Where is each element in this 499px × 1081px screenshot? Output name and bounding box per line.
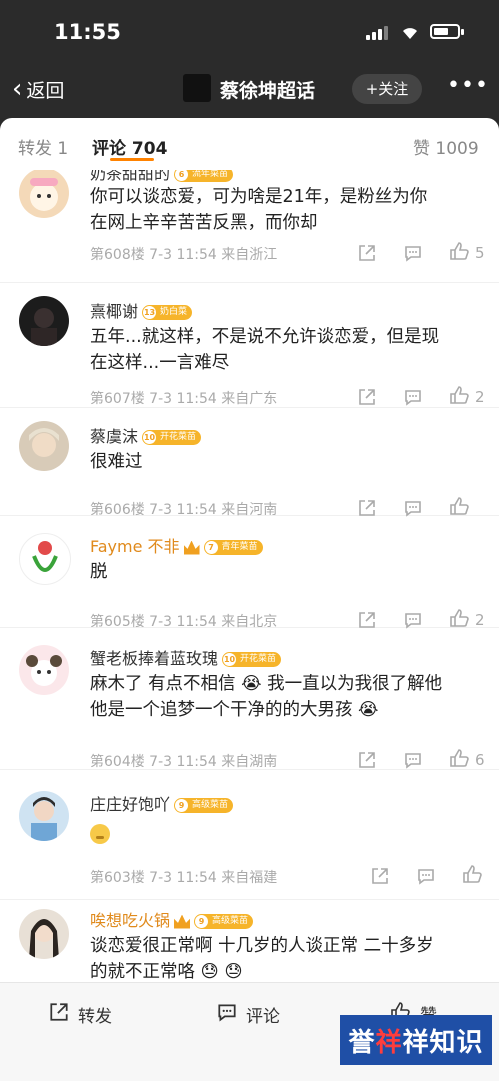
share-icon[interactable] [357, 242, 403, 264]
share-icon [48, 1001, 70, 1028]
reply-icon[interactable] [403, 386, 449, 408]
like-count: 5 [475, 244, 485, 262]
fan-badge: 10 开花菜苗 [222, 652, 282, 667]
username[interactable]: 庄庄好饱吖 9 高级菜苗 [90, 791, 234, 815]
comment-button[interactable]: 评论 [216, 1001, 280, 1028]
list-item: 唉想吃火锅 9 高级菜苗 谈恋爱很正常啊 十几岁的人谈正常 二十多岁 的就不正常咯 😓… [0, 899, 499, 982]
reply-icon[interactable] [416, 865, 462, 887]
thumbs-up-icon [449, 241, 471, 265]
comment-meta: 第603楼 7-3 11:54 来自福建 [90, 870, 278, 886]
avatar[interactable] [19, 909, 69, 959]
avatar[interactable] [19, 421, 69, 471]
comment-text: 五年...就这样，不是说不允许谈恋爱，但是现 在这样...一言难尽 [90, 327, 440, 373]
like-button[interactable]: 2 [449, 386, 495, 408]
comment-meta: 第608楼 7-3 11:54 来自浙江 [90, 247, 278, 263]
comment-text: 很难过 [90, 452, 143, 472]
avatar[interactable] [19, 791, 69, 841]
username[interactable]: 蟹老板捧着蓝玫瑰 10 开花菜苗 [90, 645, 282, 669]
share-icon[interactable] [357, 386, 403, 408]
crown-icon [183, 540, 200, 555]
back-label: 返回 [26, 79, 65, 102]
username[interactable]: 熹椰谢 13 奶白菜 [90, 298, 193, 322]
back-button[interactable]: ‹ 返回 [12, 74, 64, 104]
tab-bar: 转发 1 评论 704 赞 1009 [0, 118, 499, 171]
more-icon[interactable]: ••• [447, 73, 489, 98]
like-count: 6 [475, 751, 485, 769]
fan-badge: 9 高级菜苗 [174, 798, 234, 813]
fan-badge: 9 高级菜苗 [194, 914, 254, 929]
thumbs-up-icon [449, 385, 471, 409]
avatar[interactable] [19, 645, 69, 695]
list-item: 蟹老板捧着蓝玫瑰 10 开花菜苗 麻木了 有点不相信 😭 我一直以为我很了解他 他是一… [0, 627, 499, 770]
reply-icon[interactable] [403, 242, 449, 264]
username[interactable]: 奶茶甜甜的 6 流年菜苗 [90, 170, 234, 184]
comment-icon [216, 1001, 238, 1028]
fan-badge: 7 青年菜苗 [203, 540, 263, 555]
list-item: 熹椰谢 13 奶白菜 五年...就这样，不是说不允许谈恋爱，但是现 在这样...一言难… [0, 282, 499, 408]
status-bar: 11:55 [0, 0, 499, 62]
like-button[interactable]: 6 [449, 749, 495, 771]
comment-text: 麻木了 有点不相信 😭 我一直以为我很了解他 他是一个追梦一个干净的的大男孩 😭 [90, 674, 443, 720]
share-icon[interactable] [370, 865, 416, 887]
avatar[interactable] [19, 296, 69, 346]
top-nav: ‹ 返回 蔡徐坤超话 +关注 ••• [0, 62, 499, 118]
avatar[interactable] [19, 170, 69, 218]
tab-comments[interactable]: 评论 704 [92, 134, 167, 159]
comment-text: 谈恋爱很正常啊 十几岁的人谈正常 二十多岁 的就不正常咯 😓 😓 [90, 936, 434, 982]
fan-badge: 6 流年菜苗 [174, 170, 234, 182]
thumbs-up-icon [462, 864, 484, 888]
comment-text: 脱 [90, 562, 108, 582]
like-button[interactable]: 5 [449, 242, 495, 264]
page-title: 蔡徐坤超话 [220, 80, 316, 102]
reply-icon[interactable] [403, 749, 449, 771]
list-item: 蔡虞沫 10 开花菜苗 很难过 第606楼 7-3 11:54 来自河南 [0, 407, 499, 518]
topic-avatar[interactable] [183, 74, 211, 102]
chevron-left-icon: ‹ [12, 74, 23, 104]
battery-icon [430, 24, 460, 39]
follow-button[interactable]: +关注 [352, 74, 422, 104]
username[interactable]: 唉想吃火锅 9 高级菜苗 [90, 907, 254, 931]
comment-meta: 第607楼 7-3 11:54 来自广东 [90, 391, 278, 407]
repost-button[interactable]: 转发 [48, 1001, 112, 1028]
tab-repost[interactable]: 转发 1 [18, 134, 68, 159]
list-item: 奶茶甜甜的 6 流年菜苗 你可以谈恋爱，可为啥是21年，是粉丝为你 在网上辛辛苦苦反黑… [0, 170, 499, 283]
comment-meta: 第604楼 7-3 11:54 来自湖南 [90, 754, 278, 770]
battery-tip [461, 29, 464, 35]
wifi-icon [400, 24, 420, 40]
like-count: 2 [475, 388, 485, 406]
clock: 11:55 [54, 20, 121, 44]
list-item: Fayme 不非 7 青年菜苗 脱 第605楼 7-3 11:54 来自北京 2 [0, 515, 499, 630]
avatar[interactable] [19, 533, 71, 585]
comment-text: 你可以谈恋爱，可为啥是21年，是粉丝为你 在网上辛辛苦苦反黑，而你却 [90, 187, 428, 233]
list-item: 庄庄好饱吖 9 高级菜苗 第603楼 7-3 11:54 来自福建 [0, 769, 499, 900]
fan-badge: 10 开花菜苗 [142, 430, 202, 445]
active-tab-indicator [110, 158, 154, 161]
like-button[interactable] [462, 865, 499, 887]
username[interactable]: Fayme 不非 7 青年菜苗 [90, 533, 263, 557]
crown-icon [174, 914, 191, 929]
watermark-logo: 誉祥祥知识 [340, 1015, 492, 1065]
signal-icon [366, 26, 390, 40]
comment-list: 奶茶甜甜的 6 流年菜苗 你可以谈恋爱，可为啥是21年，是粉丝为你 在网上辛辛苦苦反黑… [0, 170, 499, 982]
comment-text [90, 821, 490, 847]
worried-emoji-icon [90, 824, 110, 844]
tab-likes[interactable]: 赞 1009 [413, 134, 479, 159]
fan-badge: 13 奶白菜 [142, 305, 193, 320]
username[interactable]: 蔡虞沫 10 开花菜苗 [90, 423, 202, 447]
share-icon[interactable] [357, 749, 403, 771]
